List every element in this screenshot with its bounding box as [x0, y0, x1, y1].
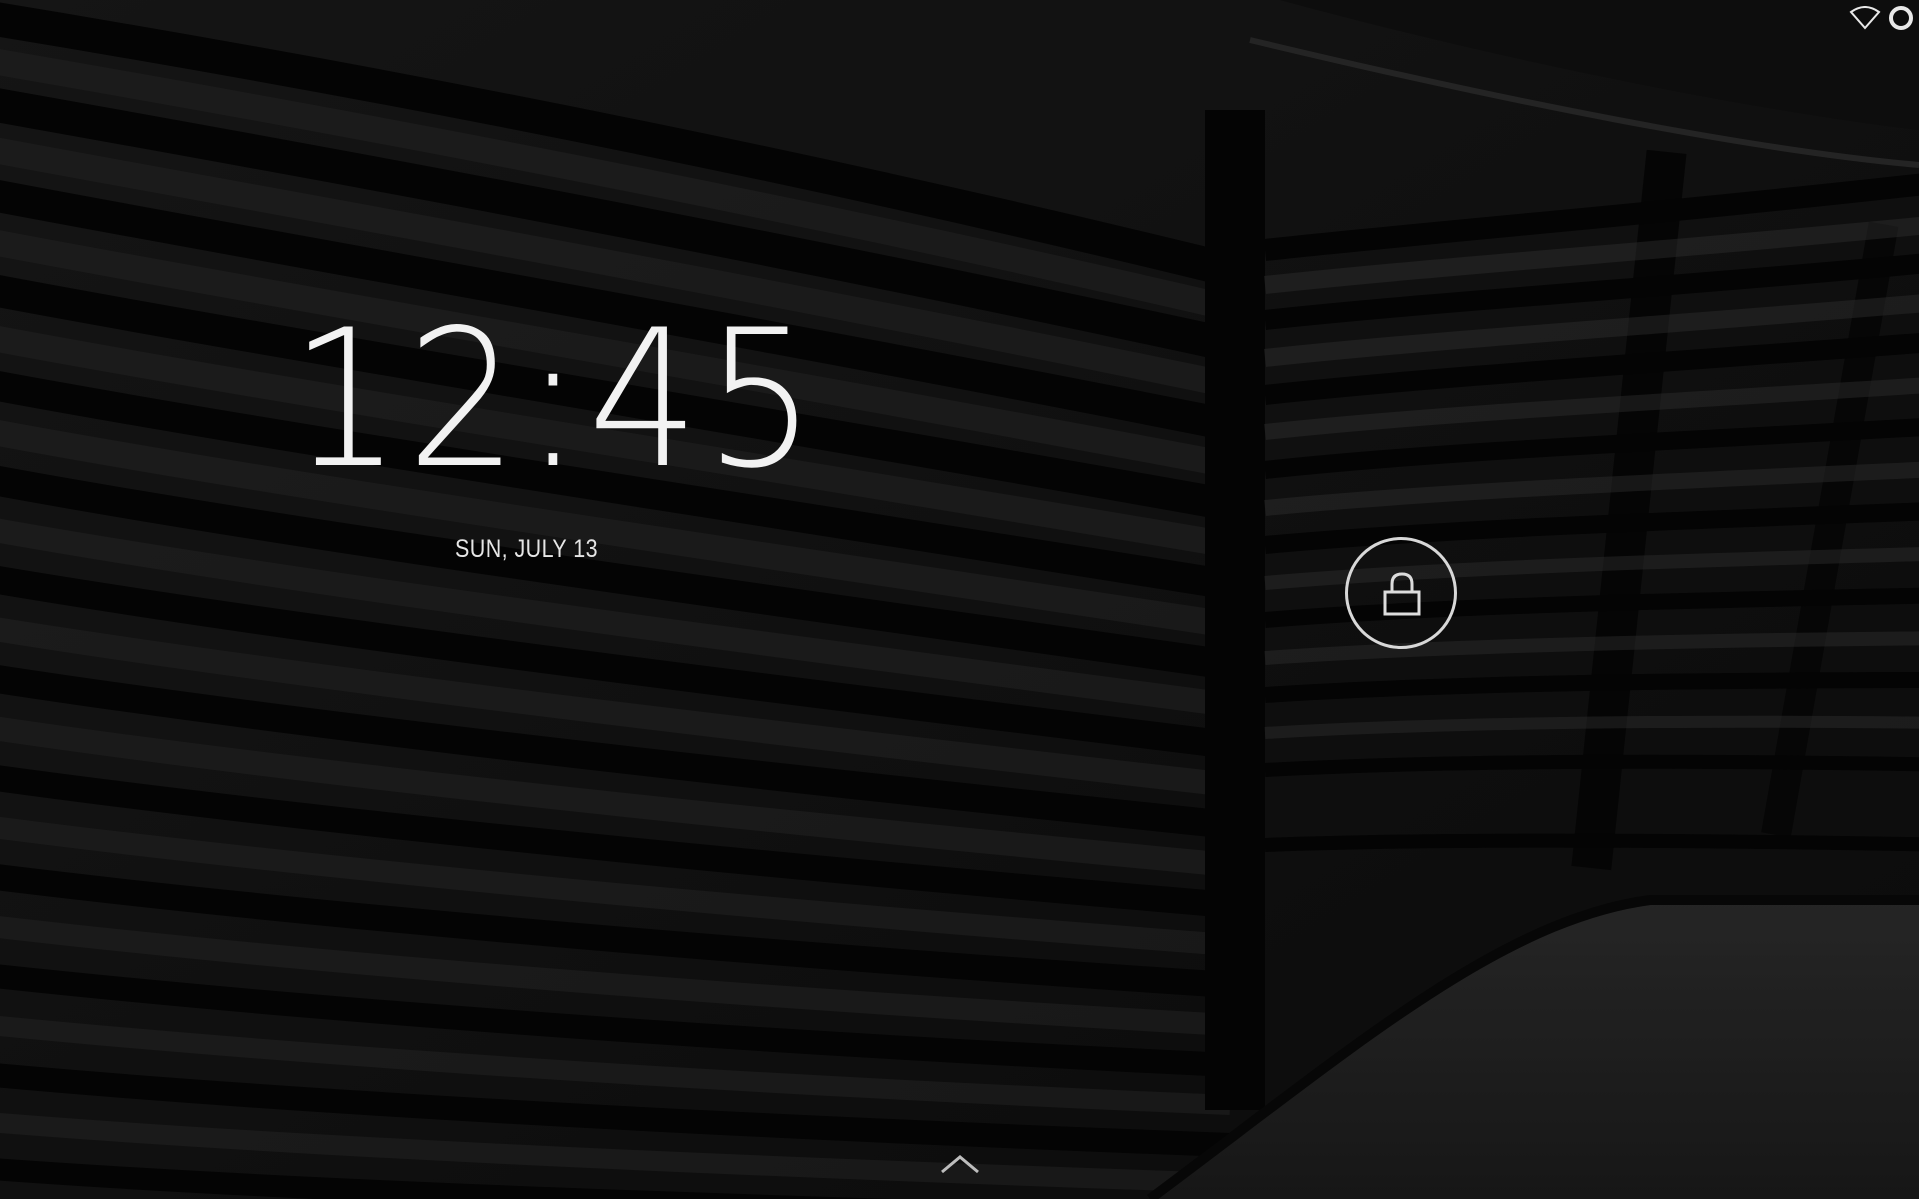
unlock-button[interactable]	[1345, 537, 1457, 649]
chevron-up-icon[interactable]	[938, 1152, 982, 1176]
wallpaper	[0, 0, 1919, 1199]
lockscreen-date: SUN, JULY 13	[455, 535, 598, 563]
status-bar	[1719, 0, 1919, 36]
lock-icon	[1383, 572, 1421, 616]
battery-icon	[1889, 6, 1913, 30]
wifi-icon	[1849, 6, 1881, 30]
lockscreen-clock: 12:45	[290, 289, 822, 510]
lock-screen: 12:45 SUN, JULY 13	[0, 0, 1919, 1199]
